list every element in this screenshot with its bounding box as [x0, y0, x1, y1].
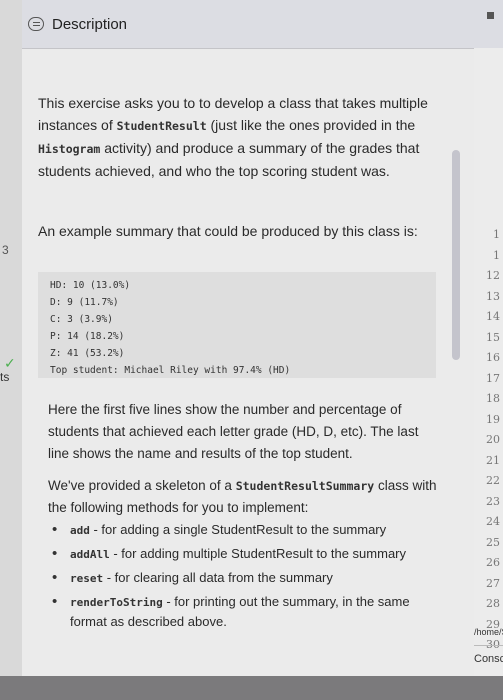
- list-item: addAll - for adding multiple StudentResu…: [52, 544, 420, 564]
- inline-code: Histogram: [38, 142, 101, 156]
- intro-paragraph: This exercise asks you to to develop a c…: [38, 95, 428, 179]
- editor-top-bar: [474, 0, 503, 48]
- method-list: add - for adding a single StudentResult …: [52, 520, 420, 635]
- line-number: 17: [486, 371, 500, 385]
- line-number: 12: [486, 269, 500, 282]
- code-line: Top student: Michael Riley with 97.4% (H…: [50, 365, 291, 376]
- line-number: 14: [486, 310, 500, 323]
- gutter-section-label: ts: [0, 370, 10, 384]
- line-number: 24: [486, 515, 500, 528]
- example-intro-paragraph: An example summary that could be produce…: [38, 223, 418, 239]
- explanation-paragraph: Here the first five lines show the numbe…: [48, 402, 419, 461]
- line-number: 13: [486, 289, 500, 303]
- console-tab[interactable]: Consc: [474, 653, 503, 665]
- inline-code: StudentResultSummary: [235, 479, 375, 493]
- code-line: D: 9 (11.7%): [50, 297, 119, 308]
- line-number: 1: [493, 248, 500, 262]
- bottom-bar: [0, 676, 503, 700]
- line-number: 27: [486, 576, 500, 590]
- line-number: 16: [486, 351, 500, 364]
- method-name: renderToString: [70, 596, 163, 609]
- method-name: reset: [70, 572, 104, 585]
- method-name: add: [70, 524, 90, 537]
- file-path: /home/Stu: [474, 627, 503, 637]
- skeleton-paragraph: We've provided a skeleton of a StudentRe…: [48, 478, 437, 515]
- code-line: HD: 10 (13.0%): [50, 280, 131, 291]
- code-line: P: 14 (18.2%): [50, 331, 125, 342]
- line-number: 28: [486, 597, 500, 610]
- line-number: 19: [486, 412, 500, 426]
- line-number: 20: [486, 433, 500, 446]
- code-editor[interactable]: 1 1 12 13 14 15 16 17 18 19 20 21 22 23 24 25 26 27 28 29 30…: [474, 0, 503, 700]
- description-panel: Description This exercise asks you to to…: [22, 0, 474, 700]
- panel-title: Description: [52, 15, 128, 33]
- method-desc: - for adding multiple StudentResult to t…: [109, 546, 407, 561]
- line-number: 18: [486, 392, 500, 405]
- line-number: 26: [486, 556, 500, 569]
- method-name: addAll: [70, 548, 110, 561]
- gutter-number: 3: [2, 243, 9, 257]
- scrollbar-thumb[interactable]: [452, 150, 460, 360]
- description-icon: [28, 17, 44, 31]
- method-desc: - for adding a single StudentResult to t…: [89, 522, 387, 537]
- line-number: 21: [486, 453, 500, 467]
- line-number: 25: [486, 535, 500, 549]
- line-number: 15: [486, 330, 500, 344]
- line-number: 22: [486, 474, 500, 487]
- menu-icon[interactable]: [487, 12, 494, 19]
- method-desc: - for clearing all data from the summary: [103, 570, 333, 585]
- list-item: renderToString - for printing out the su…: [52, 592, 420, 631]
- inline-code: StudentResult: [116, 119, 207, 133]
- list-item: add - for adding a single StudentResult …: [52, 520, 420, 540]
- code-line: Z: 41 (53.2%): [50, 348, 125, 359]
- code-line: C: 3 (3.9%): [50, 314, 113, 325]
- line-number: 1: [493, 228, 500, 241]
- panel-header: Description: [22, 0, 474, 49]
- divider: [474, 645, 503, 646]
- left-gutter: 3 ✓ ts: [0, 0, 22, 700]
- line-number: 23: [486, 494, 500, 508]
- example-code-block: HD: 10 (13.0%) D: 9 (11.7%) C: 3 (3.9%) …: [38, 272, 436, 378]
- list-item: reset - for clearing all data from the s…: [52, 568, 420, 588]
